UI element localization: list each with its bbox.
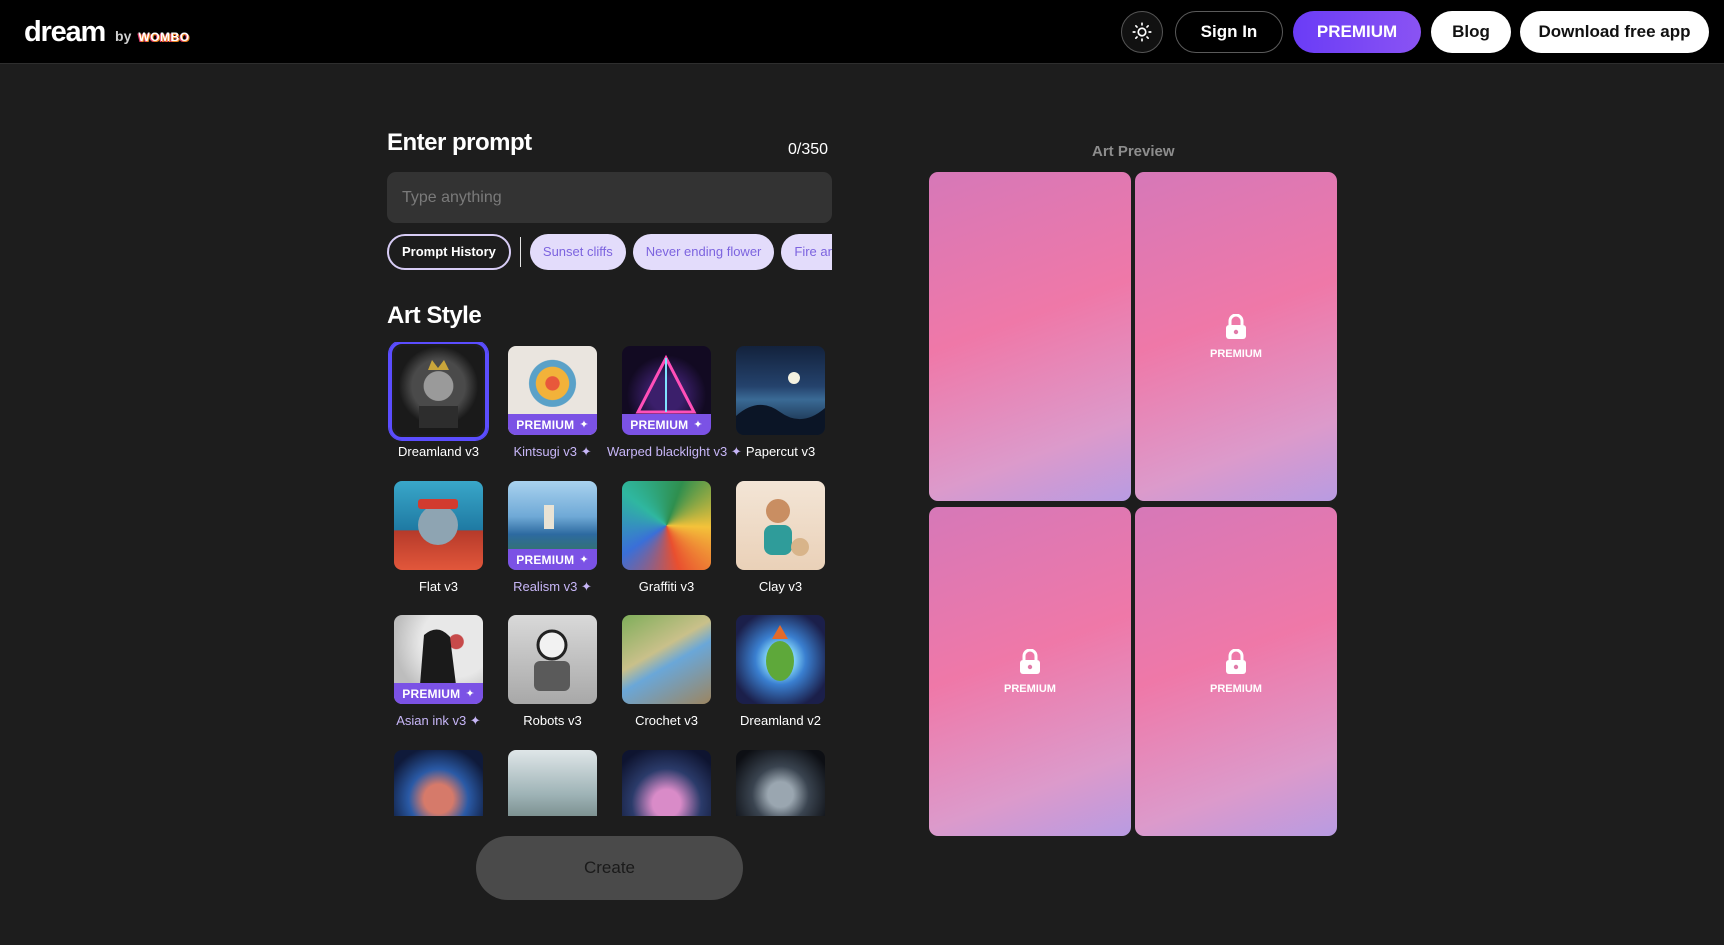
style-thumbnail [736, 346, 825, 435]
style-label-text: Kintsugi v3 [513, 444, 578, 459]
style-label: Robots v3 [523, 713, 582, 728]
suggestion-chip[interactable]: Fire and w [781, 233, 832, 270]
style-label: Kintsugi v3 ✦ [493, 444, 612, 460]
style-label: Crochet v3 [635, 713, 698, 728]
style-thumbnail: PREMIUM ✦ [508, 346, 597, 435]
art-preview-title: Art Preview [1092, 143, 1175, 160]
style-label: Papercut v3 [745, 444, 816, 459]
suggestion-chip[interactable]: Never ending flower [632, 233, 775, 270]
locked-label: PREMIUM [1210, 682, 1262, 695]
clay-figure-icon [764, 499, 809, 556]
style-thumbnail [622, 481, 711, 570]
style-thumbnail [622, 615, 711, 704]
premium-badge-label: PREMIUM [516, 552, 575, 567]
style-label: Dreamland v3 [398, 444, 479, 459]
sparkle-icon: ✦ [693, 419, 703, 431]
preview-slot-locked[interactable]: PREMIUM [1135, 507, 1337, 836]
locked-label: PREMIUM [1004, 682, 1056, 695]
suggestion-chip[interactable]: Sunset cliffs [529, 233, 626, 270]
sparkle-icon: ✦ [469, 713, 481, 728]
style-label: Graffiti v3 [638, 579, 695, 594]
style-thumbnail: PREMIUM ✦ [622, 346, 711, 435]
preview-slot [929, 172, 1131, 501]
style-thumbnail: PREMIUM ✦ [508, 481, 597, 570]
style-label-text: Asian ink v3 [396, 713, 467, 728]
prompt-chips: Prompt History Sunset cliffs Never endin… [387, 233, 832, 270]
style-label: Flat v3 [418, 579, 458, 594]
prompt-title: Enter prompt [387, 129, 532, 156]
logo-dream: dream [24, 16, 106, 48]
sparkle-icon: ✦ [581, 579, 592, 594]
style-label: Asian ink v3 ✦ [387, 713, 498, 729]
style-thumbnail [394, 481, 483, 570]
style-label: Dreamland v2 [740, 713, 821, 728]
style-label: Warped blacklight v3 ✦ [607, 444, 742, 460]
blog-button[interactable]: Blog [1431, 11, 1511, 53]
prompt-history-button[interactable]: Prompt History [387, 233, 511, 270]
download-app-button[interactable]: Download free app [1520, 11, 1709, 53]
crown-icon [419, 360, 458, 428]
style-thumbnail [508, 750, 597, 816]
premium-badge-label: PREMIUM [516, 417, 575, 432]
logo[interactable]: dream by WOMBO [24, 16, 190, 49]
chip-divider [519, 236, 521, 267]
style-label-text: Warped blacklight v3 [607, 444, 728, 459]
style-label: Clay v3 [758, 579, 803, 594]
panda-robot-icon [534, 629, 570, 691]
art-style-grid: Dreamland v3 PREMIUM ✦ Kintsugi v3 ✦ PREM… [387, 342, 837, 816]
style-thumbnail [736, 615, 825, 704]
style-thumbnail [736, 481, 825, 570]
premium-badge: PREMIUM ✦ [622, 414, 711, 435]
create-button[interactable]: Create [476, 836, 743, 900]
logo-wombo: WOMBO [138, 30, 190, 44]
sign-in-button[interactable]: Sign In [1175, 11, 1283, 53]
sun-icon [1132, 22, 1152, 42]
premium-button[interactable]: PREMIUM [1293, 11, 1421, 53]
logo-by: by [115, 28, 132, 44]
sparkle-icon: ✦ [579, 554, 589, 566]
premium-badge-label: PREMIUM [402, 686, 461, 701]
moon-icon [736, 372, 825, 435]
sparkle-icon: ✦ [580, 444, 592, 459]
premium-badge-label: PREMIUM [630, 417, 689, 432]
preview-slot-locked[interactable]: PREMIUM [1135, 172, 1337, 501]
preview-slot-locked[interactable]: PREMIUM [929, 507, 1131, 836]
creature-icon [766, 625, 794, 681]
style-thumbnail [736, 750, 825, 816]
style-thumbnail: PREMIUM ✦ [394, 615, 483, 704]
style-thumbnail [394, 750, 483, 816]
style-thumbnail [508, 615, 597, 704]
style-label-text: Realism v3 [513, 579, 578, 594]
locked-label: PREMIUM [1210, 347, 1262, 360]
style-label: Realism v3 ✦ [493, 579, 612, 595]
theme-toggle-button[interactable] [1121, 11, 1163, 53]
char-count: 0/350 [788, 141, 829, 158]
koala-icon [418, 499, 458, 545]
premium-badge: PREMIUM ✦ [508, 549, 597, 570]
prompt-input[interactable] [387, 172, 832, 223]
premium-badge: PREMIUM ✦ [508, 414, 597, 435]
top-bar: dream by WOMBO Sign In PREMIUM Blog Down… [0, 0, 1724, 64]
style-thumbnail [622, 750, 711, 816]
lock-icon [1226, 313, 1246, 339]
premium-badge: PREMIUM ✦ [394, 683, 483, 704]
lock-icon [1226, 648, 1246, 674]
sparkle-icon: ✦ [579, 419, 589, 431]
lock-icon [1020, 648, 1040, 674]
art-style-title: Art Style [387, 302, 482, 329]
style-thumbnail [389, 342, 488, 440]
sparkle-icon: ✦ [465, 688, 475, 700]
